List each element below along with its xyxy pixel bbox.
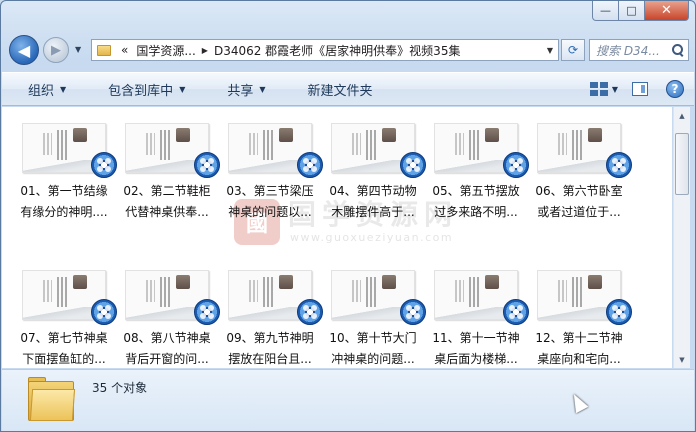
media-player-icon	[297, 299, 323, 325]
maximize-button[interactable]: □	[619, 1, 645, 21]
change-view-icon[interactable]	[589, 82, 608, 96]
details-pane: 35 个对象	[2, 369, 694, 431]
breadcrumb-segment[interactable]: 国学资源...	[132, 42, 199, 59]
file-name: 11、第十一节神 桌后面为楼梯...	[432, 331, 520, 366]
organize-label: 组织	[28, 83, 55, 99]
view-dropdown-icon[interactable]: ▼	[612, 85, 618, 94]
back-button[interactable]: ◀	[9, 35, 39, 65]
media-player-icon	[91, 152, 117, 178]
refresh-button[interactable]: ⟳	[561, 39, 585, 61]
watermark-url: www.guoxueziyuan.com	[290, 231, 454, 244]
scroll-down-icon[interactable]: ▼	[674, 351, 690, 368]
address-bar[interactable]: « 国学资源... ▶ D34062 郡霞老师《居家神明供奉》视频35集 ▼	[91, 39, 559, 61]
media-player-icon	[194, 152, 220, 178]
forward-button[interactable]: ▶	[43, 37, 69, 63]
command-bar: 组织 ▼ 包含到库中 ▼ 共享 ▼ 新建文件夹 ▼ ?	[2, 72, 694, 106]
media-player-icon	[400, 299, 426, 325]
dropdown-arrow-icon: ▼	[259, 84, 266, 94]
view-controls: ▼ ?	[586, 80, 694, 98]
dropdown-arrow-icon: ▼	[60, 84, 67, 94]
search-placeholder: 搜索 D34...	[596, 43, 660, 58]
navigation-bar: ◀ ▶ ▼ « 国学资源... ▶ D34062 郡霞老师《居家神明供奉》视频3…	[9, 35, 689, 65]
file-name: 06、第六节卧室 或者过道位于...	[535, 184, 623, 219]
media-player-icon	[297, 152, 323, 178]
organize-menu[interactable]: 组织 ▼	[2, 80, 82, 99]
breadcrumb-separator-icon[interactable]: ▶	[200, 46, 210, 55]
new-folder-button[interactable]: 新建文件夹	[282, 80, 389, 99]
include-in-library-menu[interactable]: 包含到库中 ▼	[82, 80, 201, 99]
media-player-icon	[400, 152, 426, 178]
scrollbar-thumb[interactable]	[675, 133, 689, 195]
file-name: 01、第一节结缘 有缘分的神明....	[20, 184, 108, 219]
media-player-icon	[503, 152, 529, 178]
address-overflow-button[interactable]: «	[117, 43, 132, 57]
file-name: 02、第二节鞋柜 代替神桌供奉...	[123, 184, 211, 219]
folder-icon	[28, 377, 76, 421]
file-name: 08、第八节神桌 背后开窗的问...	[123, 331, 211, 366]
media-player-icon	[503, 299, 529, 325]
media-player-icon	[606, 152, 632, 178]
file-name: 09、第九节神明 摆放在阳台且...	[226, 331, 314, 366]
breadcrumb-segment[interactable]: D34062 郡霞老师《居家神明供奉》视频35集	[210, 42, 465, 59]
address-dropdown-icon[interactable]: ▼	[542, 46, 558, 55]
folder-icon	[97, 44, 111, 56]
close-button[interactable]: ✕	[645, 1, 689, 21]
file-name: 10、第十节大门 冲神桌的问题...	[329, 331, 417, 366]
dropdown-arrow-icon: ▼	[179, 84, 186, 94]
media-player-icon	[91, 299, 117, 325]
help-icon[interactable]: ?	[666, 80, 684, 98]
minimize-button[interactable]: —	[592, 1, 619, 21]
explorer-window: — □ ✕ ◀ ▶ ▼ « 国学资源... ▶ D34062 郡霞老师《居家神明…	[0, 0, 696, 432]
media-player-icon	[606, 299, 632, 325]
media-player-icon	[194, 299, 220, 325]
scroll-up-icon[interactable]: ▲	[674, 107, 690, 124]
include-in-library-label: 包含到库中	[108, 83, 174, 99]
file-name: 12、第十二节神 桌座向和宅向...	[535, 331, 623, 366]
file-name: 03、第三节梁压 神桌的问题以...	[226, 184, 314, 219]
share-label: 共享	[227, 83, 254, 99]
search-icon[interactable]	[672, 44, 684, 56]
file-name: 05、第五节摆放 过多来路不明...	[432, 184, 520, 219]
search-input[interactable]: 搜索 D34...	[589, 39, 689, 61]
item-count: 35 个对象	[92, 381, 148, 395]
share-menu[interactable]: 共享 ▼	[201, 80, 281, 99]
file-name: 07、第七节神桌 下面摆鱼缸的...	[20, 331, 108, 366]
file-name: 04、第四节动物 木雕摆件高于...	[329, 184, 417, 219]
caption-buttons: — □ ✕	[592, 1, 689, 21]
preview-pane-icon[interactable]	[632, 82, 648, 96]
new-folder-label: 新建文件夹	[307, 83, 373, 99]
recent-pages-chevron-icon[interactable]: ▼	[75, 45, 81, 54]
file-list[interactable]: 國 国学资源网 www.guoxueziyuan.com 01、第一节结缘 有缘分…	[2, 107, 672, 368]
refresh-icon: ⟳	[567, 43, 579, 57]
vertical-scrollbar[interactable]: ▲ ▼	[673, 107, 690, 368]
